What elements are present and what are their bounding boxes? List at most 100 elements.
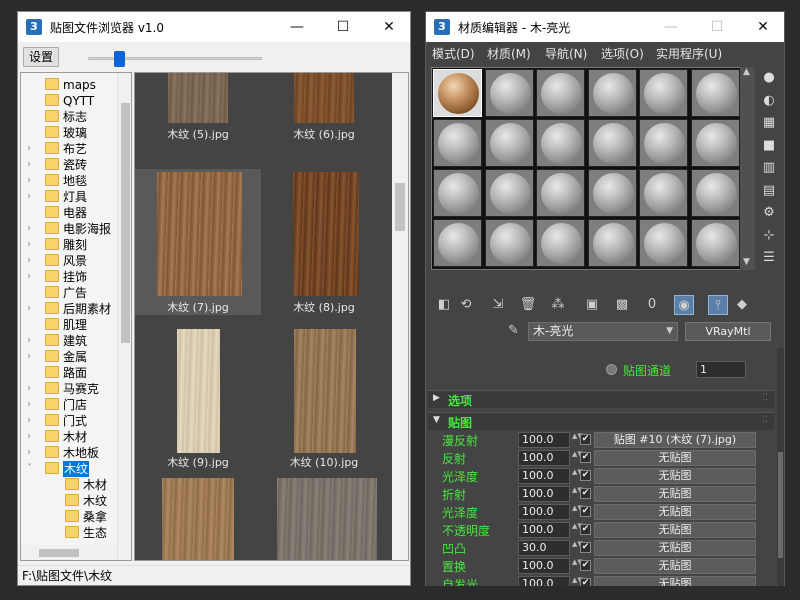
material-slot[interactable] [536,169,585,217]
map-channel-radio[interactable] [606,364,617,375]
map-amount-input[interactable]: 100.0 [518,504,570,520]
material-slot[interactable] [433,169,482,217]
texture-thumbnail[interactable]: 木纹 (7).jpg [135,169,261,315]
map-amount-input[interactable]: 100.0 [518,522,570,538]
material-slot[interactable] [536,119,585,167]
material-id-icon[interactable]: ▩ [612,295,632,315]
chevron-right-icon[interactable]: › [27,173,39,189]
material-slot[interactable] [433,119,482,167]
scrollbar-thumb[interactable] [39,549,79,557]
eyedropper-icon[interactable]: ✎ [508,323,519,338]
material-slot[interactable] [484,119,534,167]
maximize-icon[interactable]: ☐ [320,12,366,42]
map-slot-button[interactable]: 无贴图 [594,576,756,586]
backlight-icon[interactable]: ◐ [759,91,779,111]
chevron-right-icon[interactable]: › [27,429,39,445]
panel-vertical-scrollbar[interactable] [777,348,784,586]
map-enable-checkbox[interactable]: ✔ [580,506,591,517]
map-amount-input[interactable]: 100.0 [518,486,570,502]
put-to-library-icon[interactable]: ▣ [582,295,602,315]
map-enable-checkbox[interactable]: ✔ [580,524,591,535]
material-slot[interactable] [433,219,482,267]
material-slot[interactable] [639,169,688,217]
material-slot[interactable] [690,219,740,267]
background-icon[interactable]: ▦ [759,113,779,133]
material-slot[interactable] [690,169,740,217]
slots-vertical-scrollbar[interactable]: ▲ ▼ [740,67,755,270]
chevron-right-icon[interactable]: › [27,189,39,205]
map-amount-input[interactable]: 100.0 [518,576,570,586]
tree-horizontal-scrollbar[interactable] [21,545,117,560]
menu-navigation[interactable]: 导航(N) [545,45,587,62]
map-amount-input[interactable]: 100.0 [518,432,570,448]
show-end-result-icon[interactable]: ◉ [674,295,694,315]
close-icon[interactable]: ✕ [740,12,786,42]
material-slot[interactable] [639,119,688,167]
menu-utilities[interactable]: 实用程序(U) [656,45,722,62]
map-slot-button[interactable]: 贴图 #10 (木纹 (7).jpg) [594,432,756,448]
scrollbar-thumb[interactable] [778,452,783,558]
menu-mode[interactable]: 模式(D) [432,45,475,62]
chevron-down-icon[interactable]: ˅ [27,461,39,477]
texture-thumbnail[interactable]: 木纹 (6).jpg [261,73,387,142]
settings-button[interactable]: 设置 [23,47,59,67]
material-slot[interactable] [433,69,482,117]
material-slot[interactable] [690,119,740,167]
scroll-up-icon[interactable]: ▲ [743,67,750,77]
material-slot[interactable] [484,219,534,267]
scrollbar-thumb[interactable] [395,183,405,231]
put-to-scene-icon[interactable]: ⟲ [456,295,476,315]
get-material-icon[interactable]: ◧ [434,295,454,315]
close-icon[interactable]: ✕ [366,12,412,42]
map-amount-input[interactable]: 100.0 [518,468,570,484]
minimize-icon[interactable]: — [274,12,320,42]
material-slot[interactable] [587,119,637,167]
map-slot-button[interactable]: 无贴图 [594,504,756,520]
material-slot[interactable] [587,169,637,217]
map-slot-button[interactable]: 无贴图 [594,540,756,556]
go-to-parent-icon[interactable]: ⫯ [708,295,728,315]
map-slot-button[interactable]: 无贴图 [594,486,756,502]
texture-thumbnail[interactable]: 木纹 (5).jpg [135,73,261,142]
material-map-navigator-icon[interactable]: ☰ [759,248,779,268]
map-enable-checkbox[interactable]: ✔ [580,578,591,586]
chevron-right-icon[interactable]: › [27,253,39,269]
minimize-icon[interactable]: — [648,12,694,42]
map-slot-button[interactable]: 无贴图 [594,468,756,484]
title-bar[interactable]: 3 材质编辑器 - 木-亮光 — ☐ ✕ [426,12,784,42]
sample-type-icon[interactable]: ● [759,68,779,88]
rollout-options[interactable]: ▶ 选项 ⁚⁚ [428,390,774,408]
texture-thumbnail[interactable]: 木纹 (10).jpg [261,326,387,470]
chevron-right-icon[interactable]: › [27,269,39,285]
menu-material[interactable]: 材质(M) [487,45,531,62]
map-slot-button[interactable]: 无贴图 [594,558,756,574]
make-unique-icon[interactable]: ⁂ [548,295,568,315]
map-enable-checkbox[interactable]: ✔ [580,434,591,445]
material-slot[interactable] [536,219,585,267]
go-forward-icon[interactable]: ◆ [732,295,752,315]
chevron-right-icon[interactable]: › [27,301,39,317]
maximize-icon[interactable]: ☐ [694,12,740,42]
map-enable-checkbox[interactable]: ✔ [580,452,591,463]
chevron-right-icon[interactable]: › [27,397,39,413]
material-name-field[interactable]: 木-亮光 ▼ [528,322,678,341]
scrollbar-thumb[interactable] [121,103,130,343]
chevron-right-icon[interactable]: › [27,237,39,253]
chevron-right-icon[interactable]: › [27,141,39,157]
map-enable-checkbox[interactable]: ✔ [580,488,591,499]
tree-vertical-scrollbar[interactable] [117,73,131,560]
rollout-maps[interactable]: ▼ 贴图 ⁚⁚ [428,412,774,430]
map-amount-input[interactable]: 100.0 [518,558,570,574]
material-slot[interactable] [587,219,637,267]
chevron-right-icon[interactable]: › [27,221,39,237]
chevron-right-icon[interactable]: › [27,349,39,365]
material-slot[interactable] [484,69,534,117]
uv-tiling-icon[interactable]: ■ [759,136,779,156]
chevron-right-icon[interactable]: › [27,413,39,429]
map-amount-input[interactable]: 100.0 [518,450,570,466]
chevron-right-icon[interactable]: › [27,333,39,349]
chevron-right-icon[interactable]: › [27,381,39,397]
video-check-icon[interactable]: ▥ [759,158,779,178]
map-channel-input[interactable]: 1 [696,361,746,378]
chevron-right-icon[interactable]: › [27,445,39,461]
